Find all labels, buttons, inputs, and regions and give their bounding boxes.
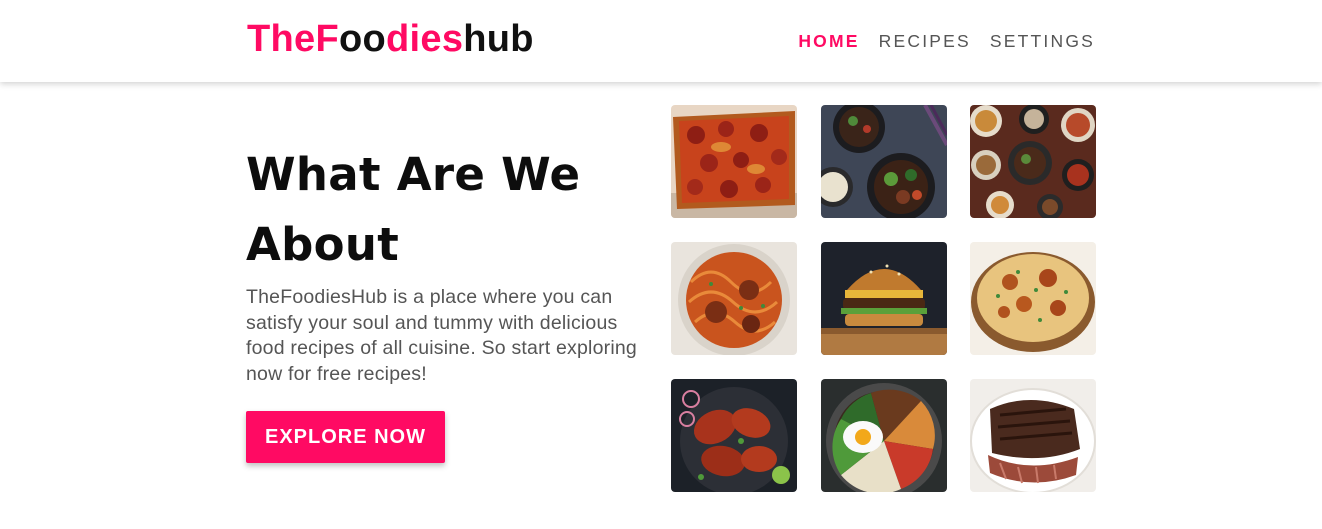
burger-image-icon <box>821 242 947 355</box>
bibimbap-image[interactable] <box>821 379 947 492</box>
nav-link-recipes[interactable]: RECIPES <box>879 31 971 51</box>
steak-image[interactable] <box>970 379 1096 492</box>
pizza-image[interactable] <box>671 105 797 218</box>
spaghetti-meatballs-image[interactable] <box>671 242 797 355</box>
explore-now-button[interactable]: EXPLORE NOW <box>246 411 445 463</box>
bibimbap-image-icon <box>821 379 947 492</box>
navbar: TheFoodieshub HOME RECIPES SETTINGS <box>0 0 1322 82</box>
hero-description: TheFoodiesHub is a place where you can s… <box>246 286 637 385</box>
logo-part-f: F <box>315 18 339 60</box>
biryani-image[interactable] <box>970 242 1096 355</box>
nav-link-home[interactable]: HOME <box>798 31 859 51</box>
site-logo[interactable]: TheFoodieshub <box>247 16 534 62</box>
spaghetti-meatballs-image-icon <box>671 242 797 355</box>
biryani-image-icon <box>970 242 1096 355</box>
nav-links: HOME RECIPES SETTINGS <box>798 31 1095 51</box>
asian-spread-image-icon <box>970 105 1096 218</box>
nav-link-settings[interactable]: SETTINGS <box>990 31 1095 51</box>
logo-part-dies: dies <box>386 18 464 60</box>
tandoori-chicken-image[interactable] <box>671 379 797 492</box>
hero-title: What Are We About <box>246 148 581 271</box>
pizza-image-icon <box>671 105 797 218</box>
logo-part-oo: oo <box>338 18 387 60</box>
burger-image[interactable] <box>821 242 947 355</box>
logo-part-the: The <box>247 18 316 60</box>
steak-image-icon <box>970 379 1096 492</box>
asian-spread-image[interactable] <box>970 105 1096 218</box>
rice-bowl-image-icon <box>821 105 947 218</box>
tandoori-chicken-image-icon <box>671 379 797 492</box>
rice-bowl-image[interactable] <box>821 105 947 218</box>
food-gallery <box>671 105 1096 492</box>
logo-part-hub: hub <box>463 18 534 60</box>
